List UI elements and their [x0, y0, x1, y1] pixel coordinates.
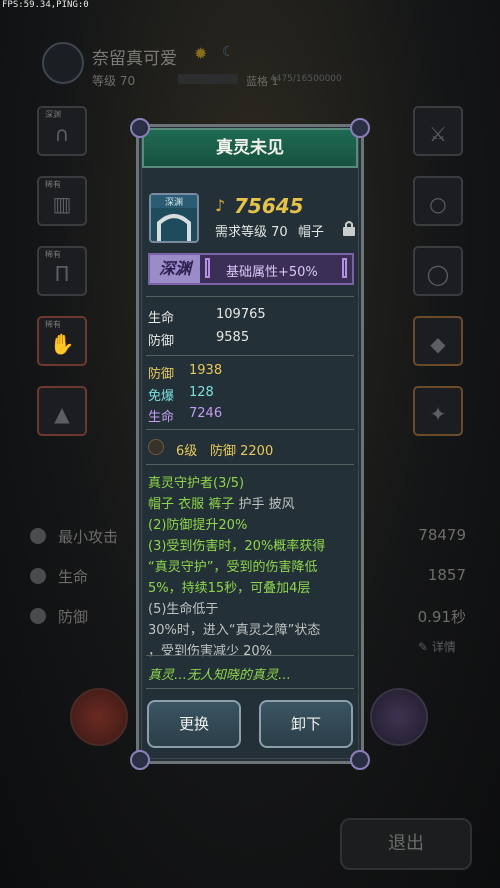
- set-piece-owned: 衣服: [178, 497, 205, 512]
- armor-icon: ▥: [52, 192, 72, 216]
- set-bonus: “真灵守护”，受到的伤害降低: [148, 560, 318, 575]
- item-icon: 深渊: [149, 193, 199, 243]
- exit-button[interactable]: 退出: [340, 818, 472, 870]
- base-stat-value: 109765: [216, 307, 266, 322]
- moon-icon: ☾: [222, 44, 235, 60]
- equip-slot-armor[interactable]: 稀有 ▥: [37, 176, 87, 226]
- base-stat-label: 防御: [148, 334, 175, 349]
- unequip-button[interactable]: 卸下: [259, 700, 353, 748]
- equip-slot-weapon[interactable]: ⚔: [413, 106, 463, 156]
- player-name: 奈留真可爱: [92, 49, 177, 69]
- stat-value: 78479: [418, 526, 466, 544]
- equip-slot-gloves[interactable]: 稀有 ✋: [37, 316, 87, 366]
- gem-effect: 防御 2200: [210, 444, 274, 459]
- bracket-icon: [205, 258, 210, 278]
- set-piece-missing: 护手: [238, 497, 265, 512]
- skill-axe-icon[interactable]: [70, 688, 128, 746]
- amulet-icon: ◆: [430, 332, 446, 356]
- pencil-icon: ✎: [418, 640, 432, 654]
- cloak-icon: ▲: [54, 402, 70, 426]
- xp-bar: [178, 74, 238, 84]
- sword-icon: ⚔: [429, 122, 447, 146]
- pants-icon: Π: [54, 262, 70, 286]
- player-level: 等级 70: [92, 74, 136, 88]
- equip-slot-cloak[interactable]: ▲: [37, 386, 87, 436]
- gem-level: 6级: [176, 444, 198, 459]
- set-bonus: (2)防御提升20%: [148, 518, 248, 533]
- equip-slot-ring[interactable]: ◯: [413, 246, 463, 296]
- exp-value: 4475/16500000: [270, 74, 342, 84]
- detail-label: 详情: [431, 640, 456, 654]
- extra-stat-label: 免爆: [148, 389, 175, 404]
- fps-counter: FPS:59.34,PING:0: [2, 0, 89, 10]
- set-piece-missing: 披风: [268, 497, 295, 512]
- extra-stat-label: 防御: [148, 367, 175, 382]
- extra-stat-value: 128: [189, 385, 214, 400]
- sun-icon: ✹: [194, 44, 208, 63]
- gem-icon: [148, 439, 164, 455]
- lock-icon[interactable]: [342, 220, 356, 236]
- helmet-icon: [157, 214, 191, 241]
- equip-slot-amulet[interactable]: ◆: [413, 316, 463, 366]
- set-piece-owned: 帽子: [148, 497, 175, 512]
- divider: [146, 464, 354, 465]
- corner-ornament-icon: [350, 750, 370, 770]
- rarity-badge: 深渊: [150, 255, 200, 283]
- slot-tag: 稀有: [45, 320, 61, 329]
- item-price: 75645: [234, 194, 304, 218]
- extra-stat-value: 1938: [189, 363, 223, 378]
- gold-icon: ♪: [215, 196, 226, 215]
- equip-slot-necklace[interactable]: ○: [413, 176, 463, 226]
- bracket-icon: [342, 258, 347, 278]
- detail-link[interactable]: ✎ 详情: [418, 638, 456, 655]
- divider: [146, 688, 354, 689]
- rarity-bonus: 基础属性+50%: [226, 265, 318, 280]
- shield-icon: [30, 608, 46, 624]
- required-level: 需求等级 70: [215, 225, 288, 240]
- ring-icon: ◯: [426, 262, 450, 286]
- base-stat-value: 9585: [216, 330, 250, 345]
- stat-label: 最小攻击: [58, 528, 119, 546]
- necklace-icon: ○: [429, 192, 447, 216]
- slot-tag: 深渊: [45, 110, 61, 119]
- slot-tag: 稀有: [45, 180, 61, 189]
- corner-ornament-icon: [130, 750, 150, 770]
- set-bonus-locked: ，受到伤害减少 20%: [148, 644, 273, 659]
- corner-ornament-icon: [130, 118, 150, 138]
- divider: [146, 429, 354, 430]
- avatar[interactable]: [42, 42, 84, 84]
- item-slot-type: 帽子: [298, 225, 325, 240]
- set-bonus: 5%，持续15秒，可叠加4层: [148, 581, 311, 596]
- set-piece-owned: 裤子: [208, 497, 235, 512]
- equip-slot-hat[interactable]: 深渊 ∩: [37, 106, 87, 156]
- base-stat-label: 生命: [148, 311, 175, 326]
- skill-flame-icon[interactable]: [370, 688, 428, 746]
- set-bonus-locked: (5)生命低于: [148, 602, 219, 617]
- replace-button[interactable]: 更换: [147, 700, 241, 748]
- divider: [146, 655, 354, 656]
- item-name: 真灵未见: [216, 138, 284, 158]
- slot-tag: 稀有: [45, 250, 61, 259]
- charm-icon: ✦: [429, 402, 447, 426]
- stat-label: 生命: [58, 568, 89, 586]
- set-pieces: 帽子 衣服 裤子 护手 披风: [148, 493, 295, 512]
- attack-icon: [30, 528, 46, 544]
- heart-icon: [30, 568, 46, 584]
- divider: [146, 296, 354, 297]
- equip-slot-pants[interactable]: 稀有 Π: [37, 246, 87, 296]
- equip-slot-charm[interactable]: ✦: [413, 386, 463, 436]
- set-name: 真灵守护者(3/5): [148, 476, 245, 491]
- helmet-icon: ∩: [54, 122, 70, 146]
- stat-value: 0.91秒: [417, 608, 466, 626]
- set-bonus: (3)受到伤害时，20%概率获得: [148, 539, 326, 554]
- glove-icon: ✋: [49, 332, 75, 356]
- extra-stat-value: 7246: [189, 406, 223, 421]
- set-bonus-locked: 30%时，进入“真灵之障”状态: [148, 623, 321, 638]
- stat-value: 1857: [427, 566, 466, 584]
- flavor-text: 真灵…无人知晓的真灵…: [148, 668, 292, 683]
- extra-stat-label: 生命: [148, 410, 175, 425]
- corner-ornament-icon: [350, 118, 370, 138]
- divider: [146, 355, 354, 356]
- stat-label: 防御: [58, 608, 89, 626]
